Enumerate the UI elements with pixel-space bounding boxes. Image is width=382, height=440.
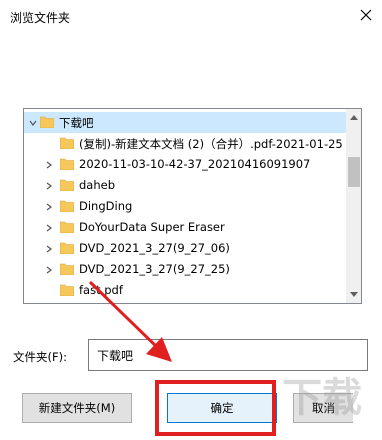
folder-field-label: 文件夹(F): — [13, 350, 67, 364]
tree-item[interactable]: fast.pdf — [24, 280, 346, 301]
collapse-icon[interactable] — [28, 118, 38, 128]
tree-item[interactable]: DVD_2021_3_27(9_27_25) — [24, 259, 346, 280]
tree-item[interactable]: daheb — [24, 175, 346, 196]
expand-icon[interactable] — [44, 160, 54, 170]
folder-icon — [60, 221, 74, 233]
annotation-highlight-box — [155, 380, 276, 436]
folder-icon — [60, 158, 74, 170]
expand-icon[interactable] — [44, 181, 54, 191]
folder-icon — [60, 263, 74, 275]
browse-folder-dialog: 浏览文件夹 下载吧 (复制)-新建文本文档 (2)（合并）.pdf-2021-0… — [0, 0, 382, 440]
close-button[interactable] — [350, 0, 382, 30]
tree-item-label: fycadeditor — [79, 302, 144, 303]
dialog-title: 浏览文件夹 — [10, 11, 71, 25]
tree-item[interactable]: 2020-11-03-10-42-37_20210416091907 — [24, 154, 346, 175]
folder-icon — [60, 179, 74, 191]
tree-item-label: fast.pdf — [79, 283, 123, 297]
tree-item-label: DingDing — [79, 199, 133, 213]
folder-icon — [60, 284, 74, 296]
expand-icon[interactable] — [44, 202, 54, 212]
close-icon — [360, 9, 372, 21]
tree-item-label: DoYourData Super Eraser — [79, 220, 225, 234]
vertical-scrollbar[interactable] — [346, 109, 361, 303]
tree-item[interactable]: DingDing — [24, 196, 346, 217]
tree-item[interactable]: DoYourData Super Eraser — [24, 217, 346, 238]
scroll-up-arrow-icon[interactable] — [346, 109, 361, 125]
watermark-logo: 下载 — [282, 375, 362, 421]
folder-icon — [60, 242, 74, 254]
tree-item-label: DVD_2021_3_27(9_27_25) — [79, 262, 230, 276]
expand-icon[interactable] — [44, 223, 54, 233]
folder-icon — [60, 303, 74, 304]
scroll-down-arrow-icon[interactable] — [346, 287, 361, 303]
folder-icon — [60, 200, 74, 212]
folder-tree[interactable]: 下载吧 (复制)-新建文本文档 (2)（合并）.pdf-2021-01-25 2… — [23, 108, 362, 304]
expand-icon[interactable] — [44, 265, 54, 275]
expand-icon[interactable] — [44, 244, 54, 254]
tree-item-label: DVD_2021_3_27(9_27_06) — [79, 241, 230, 255]
folder-icon — [60, 137, 74, 149]
tree-item-label: (复制)-新建文本文档 (2)（合并）.pdf-2021-01-25 — [79, 137, 343, 151]
tree-item-label: 2020-11-03-10-42-37_20210416091907 — [79, 157, 311, 171]
tree-item[interactable]: fycadeditor — [24, 299, 346, 304]
folder-icon — [40, 116, 54, 128]
tree-item[interactable]: DVD_2021_3_27(9_27_06) — [24, 238, 346, 259]
tree-item[interactable]: (复制)-新建文本文档 (2)（合并）.pdf-2021-01-25 — [24, 133, 346, 154]
new-folder-button[interactable]: 新建文件夹(M) — [22, 393, 132, 423]
folder-name-input[interactable] — [88, 339, 368, 371]
scrollbar-thumb[interactable] — [348, 157, 360, 187]
tree-item-root[interactable]: 下载吧 — [24, 112, 346, 133]
tree-item-label: daheb — [79, 178, 116, 192]
tree-item-label: 下载吧 — [59, 116, 94, 130]
